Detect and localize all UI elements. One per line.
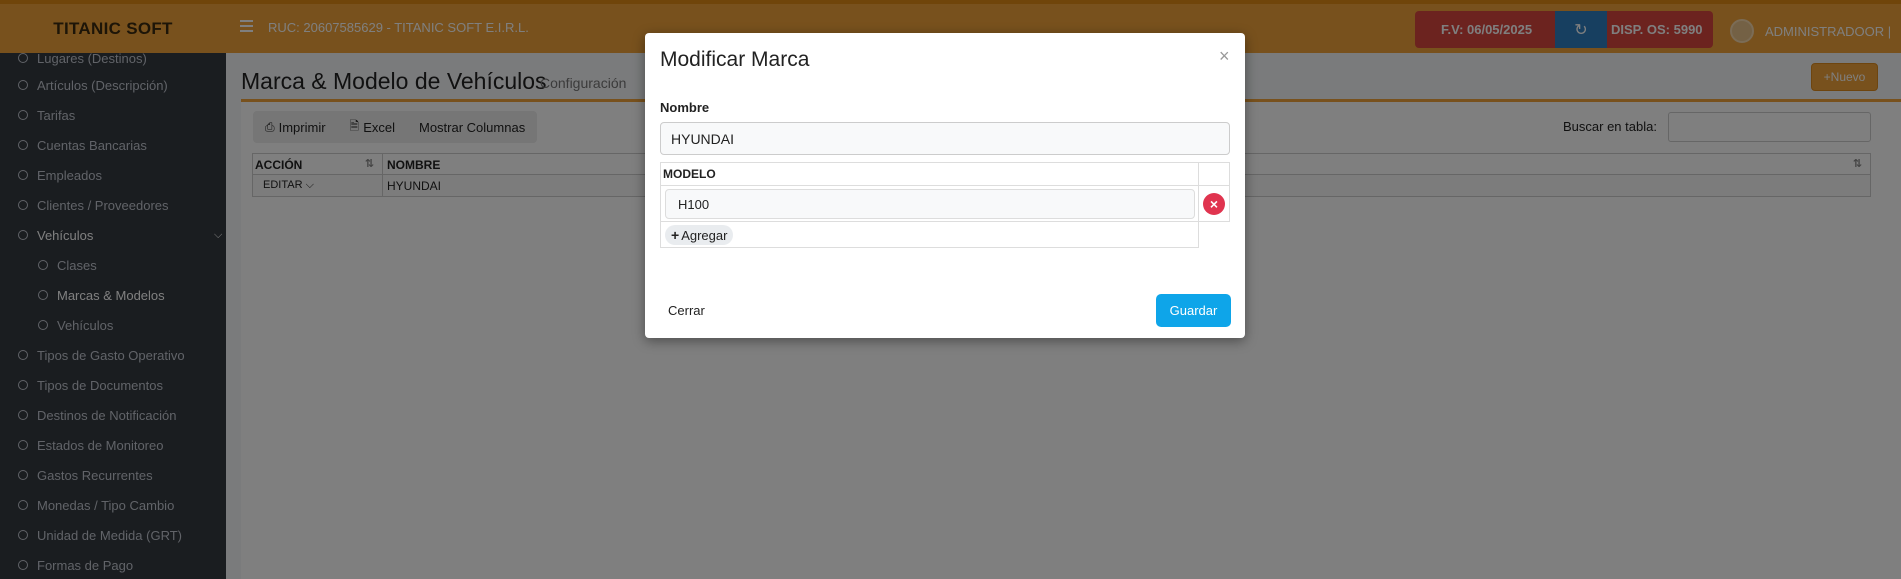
name-label: Nombre <box>660 100 710 115</box>
save-button[interactable]: Guardar <box>1156 294 1231 327</box>
name-input[interactable]: HYUNDAI <box>660 122 1230 155</box>
plus-icon: + <box>671 227 680 243</box>
model-table-header: MODELO <box>660 162 1230 186</box>
model-table: MODELO H100 × + Agregar <box>660 162 1230 248</box>
modal-title: Modificar Marca <box>660 48 810 71</box>
model-input[interactable]: H100 <box>665 189 1195 219</box>
delete-model-icon[interactable]: × <box>1203 193 1225 215</box>
model-column-header: MODELO <box>661 163 1199 185</box>
model-row: H100 × <box>660 186 1230 222</box>
edit-brand-modal: Modificar Marca × Nombre HYUNDAI MODELO … <box>645 33 1245 338</box>
model-add-row: + Agregar <box>660 222 1199 248</box>
add-model-button[interactable]: + Agregar <box>665 225 734 245</box>
cancel-button[interactable]: Cerrar <box>660 294 713 327</box>
close-icon[interactable]: × <box>1219 46 1230 67</box>
